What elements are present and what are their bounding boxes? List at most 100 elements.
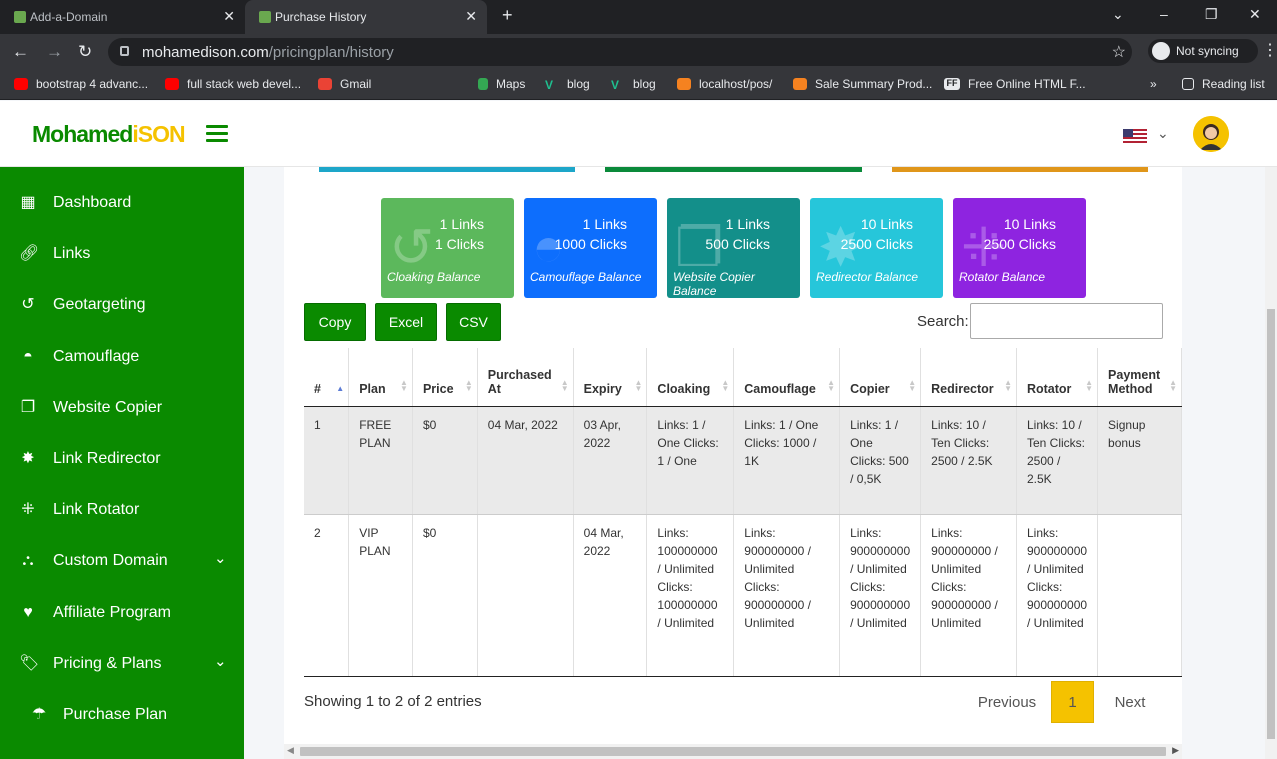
search-label: Search: [917,313,969,330]
sidebar-toggle-icon[interactable] [206,125,228,143]
star-icon: ✸ [21,450,35,467]
column-header-expiry[interactable]: Expiry ▲ ▼ [573,348,648,407]
minimize-icon[interactable]: – [1160,6,1168,22]
website-copier-balance-tile: ❐ 1 Links 500 Clicks Website Copier Bala… [667,198,800,298]
table-cell: Links: 1 / One Clicks: 1000 / 1K [733,406,841,515]
column-header-payment-method[interactable]: Payment Method ▲ ▼ [1097,348,1182,407]
scrollbar-thumb[interactable] [1267,309,1275,739]
bookmark-star-icon[interactable]: ☆ [1112,42,1126,62]
maps-icon [478,78,488,90]
user-avatar[interactable] [1193,116,1229,152]
camouflage-balance-tile: ◓ 1 Links 1000 Clicks Camouflage Balance [524,198,657,298]
sidebar-item-dashboard[interactable]: ▦ Dashboard [0,181,244,225]
bookmark-item[interactable]: Vblog [611,77,656,92]
sidebar-item-website-copier[interactable]: ❐ Website Copier [0,386,244,430]
next-page-button[interactable]: Next [1098,681,1162,723]
bookmarks-bar: bootstrap 4 advanc... full stack web dev… [0,70,1277,100]
column-header-cloaking[interactable]: Cloaking ▲ ▼ [646,348,735,407]
copy-button[interactable]: Copy [304,303,366,341]
previous-page-button[interactable]: Previous [957,681,1057,723]
vertical-scrollbar[interactable] [1265,167,1277,759]
new-tab-button[interactable]: + [502,5,513,26]
scroll-left-icon[interactable]: ◀ [287,745,294,756]
tab-title: Add-a-Domain [30,10,108,24]
more-menu-icon[interactable]: ⋮ [1262,40,1277,60]
bookmark-item[interactable]: Sale Summary Prod... [793,77,932,91]
bookmark-item[interactable]: Vblog [545,77,590,92]
browser-tab-purchase-history[interactable]: Purchase History ✕ [245,0,487,34]
browser-tab-bar: Add-a-Domain ✕ Purchase History ✕ + ⌄ – … [0,0,1277,34]
tab-close-icon[interactable]: ✕ [223,8,235,25]
url-text: mohamedison.com/pricingplan/history [142,44,394,61]
horizontal-scrollbar[interactable]: ◀ ▶ [284,744,1182,759]
bookmark-item[interactable]: bootstrap 4 advanc... [14,77,148,91]
close-window-icon[interactable]: ✕ [1249,6,1261,23]
table-cell: Signup bonus [1097,406,1182,515]
bookmark-item[interactable]: full stack web devel... [165,77,301,91]
table-row: 2 VIP PLAN $0 04 Mar, 2022 Links: 100000… [304,514,1182,677]
column-header-camouflage[interactable]: Camouflage ▲ ▼ [733,348,841,407]
sidebar-item-links[interactable]: 🔗︎ Links [0,232,244,276]
sidebar-item-camouflage[interactable]: ◓ Camouflage [0,335,244,379]
sort-icon: ▲ ▼ [908,377,917,393]
scroll-right-icon[interactable]: ▶ [1172,745,1179,756]
profile-button[interactable]: Not syncing [1148,39,1258,63]
bookmark-item[interactable]: Maps [478,77,525,91]
sidebar-item-pricing-plans[interactable]: 🏷︎ Pricing & Plans ⌄ [0,642,244,686]
sidebar-item-affiliate-program[interactable]: ♥ Affiliate Program [0,591,244,635]
back-icon[interactable]: ← [12,42,29,62]
entries-info: Showing 1 to 2 of 2 entries [304,693,482,710]
table-cell [1097,514,1182,677]
bookmark-item[interactable]: localhost/pos/ [677,77,772,91]
maximize-icon[interactable]: ❐ [1205,6,1218,23]
reading-list-button[interactable]: Reading list [1182,77,1265,91]
tab-close-icon[interactable]: ✕ [465,8,477,25]
forward-icon[interactable]: → [46,42,63,62]
column-header-redirector[interactable]: Redirector ▲ ▼ [920,348,1017,407]
sidebar-item-link-rotator[interactable]: ⁜ Link Rotator [0,488,244,532]
column-header-copier[interactable]: Copier ▲ ▼ [839,348,922,407]
table-cell: $0 [412,514,478,677]
chevron-down-icon: ⌄ [214,550,227,567]
sidebar-item-custom-domain[interactable]: ⛬ Custom Domain ⌄ [0,539,244,583]
bookmarks-overflow-icon[interactable]: » [1150,77,1157,91]
sidebar-item-purchase-plan[interactable]: ☂ Purchase Plan [0,693,244,737]
language-caret-icon[interactable]: ⌄ [1157,125,1169,142]
bookmark-item[interactable]: Gmail [318,77,371,91]
sidebar-item-link-redirector[interactable]: ✸ Link Redirector [0,437,244,481]
site-logo[interactable]: MohamediSON [32,121,186,148]
tab-title: Purchase History [275,10,367,24]
table-cell: Links: 1 / One Clicks: 1 / One [646,406,735,515]
redirector-balance-tile: ✸ 10 Links 2500 Clicks Redirector Balanc… [810,198,943,298]
column-header-rotator[interactable]: Rotator ▲ ▼ [1016,348,1099,407]
excel-button[interactable]: Excel [375,303,437,341]
reload-icon[interactable]: ↻ [78,42,92,62]
scrollbar-thumb[interactable] [300,747,1166,756]
address-bar[interactable]: mohamedison.com/pricingplan/history ☆ [108,38,1132,66]
bookmark-item[interactable]: FF Free Online HTML F... [944,77,1086,91]
column-header-plan[interactable]: Plan ▲ ▼ [348,348,413,407]
browser-tab-add-domain[interactable]: Add-a-Domain ✕ [0,0,245,34]
us-flag-icon[interactable] [1123,129,1147,143]
csv-button[interactable]: CSV [446,303,501,341]
youtube-icon [165,78,179,90]
column-header-purchased-at[interactable]: Purchased At ▲ ▼ [477,348,574,407]
column-header-number[interactable]: # ▲ [304,348,350,407]
page-1-button[interactable]: 1 [1051,681,1094,723]
table-cell [477,514,574,677]
cloaking-balance-tile: ↺ 1 Links 1 Clicks Cloaking Balance [381,198,514,298]
table-row: 1 FREE PLAN $0 04 Mar, 2022 03 Apr, 2022… [304,406,1182,515]
main-content: ↺ 1 Links 1 Clicks Cloaking Balance ◓ 1 … [244,167,1265,759]
search-input[interactable] [970,303,1163,339]
sitemap-icon: ⛬ [22,552,34,569]
column-header-price[interactable]: Price ▲ ▼ [412,348,478,407]
sidebar-item-geotargeting[interactable]: ↺ Geotargeting [0,283,244,327]
tab-search-icon[interactable]: ⌄ [1112,6,1124,23]
table-cell: Links: 1 / One Clicks: 500 / 0,5K [839,406,922,515]
purchase-history-table: # ▲ Plan ▲ ▼ Price ▲ ▼ Purchased At ▲ ▼ Expiry ▲… [304,348,1182,677]
table-cell: Links: 10 / Ten Clicks: 2500 / 2.5K [920,406,1017,515]
sort-icon: ▲ ▼ [560,377,569,393]
sort-icon: ▲ ▼ [721,377,730,393]
dashboard-icon: ▦ [20,194,36,211]
lock-icon [120,46,129,56]
